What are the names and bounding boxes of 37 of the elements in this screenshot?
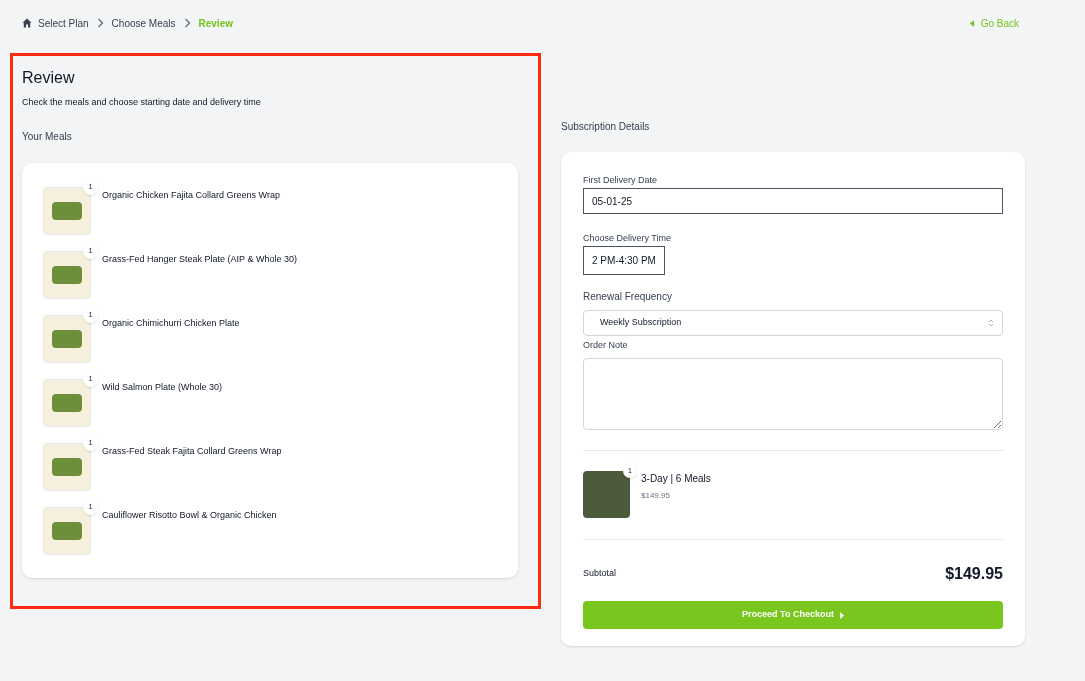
breadcrumb-link[interactable]: Choose Meals: [111, 15, 176, 31]
meal-name: Organic Chimichurri Chicken Plate: [102, 316, 240, 330]
meal-photo-placeholder: [43, 186, 91, 235]
field-label: First Delivery Date: [583, 174, 658, 187]
meal-name: Wild Salmon Plate (Whole 30): [102, 380, 223, 394]
field-label: Order Note: [583, 338, 629, 352]
field-label: Choose Delivery Time: [583, 232, 673, 245]
meal-photo-placeholder: [43, 378, 91, 427]
order-note-field[interactable]: [583, 358, 1003, 430]
meal-name: Organic Chicken Fajita Collard Greens Wrap: [102, 188, 280, 202]
meal-photo-placeholder: [43, 506, 91, 555]
frequency-select[interactable]: Weekly Subscription: [583, 309, 1003, 336]
sort-arrows-icon: [988, 317, 994, 328]
field-label: Renewal Frequency: [583, 289, 673, 304]
section-heading: Your Meals: [22, 129, 73, 144]
subtotal-label: Subtotal: [583, 567, 617, 581]
plan-photo-placeholder: [583, 471, 630, 518]
chevron-right-icon: [183, 18, 191, 28]
time-field[interactable]: 2 PM-4:30 PM: [583, 245, 665, 275]
date-field[interactable]: 05-01-25: [583, 188, 1003, 214]
section-heading: Subscription Details: [561, 120, 651, 134]
breadcrumb-link[interactable]: Select Plan: [38, 15, 89, 31]
meal-name: Cauliflower Risotto Bowl & Organic Chicken: [102, 508, 277, 522]
subtotal-amount: $149.95: [945, 564, 1003, 584]
plan-price: $149.95: [641, 490, 671, 502]
chevron-right-icon: [96, 18, 104, 28]
caret-right-icon: [839, 611, 844, 619]
caret-left-icon: [969, 19, 975, 27]
home-icon: [22, 18, 32, 28]
plan-name: 3-Day | 6 Meals: [641, 472, 711, 486]
page-title: Review: [22, 68, 76, 88]
meal-name: Grass-Fed Hanger Steak Plate (AIP & Whole 30): [102, 252, 297, 266]
meal-name: Grass-Fed Steak Fajita Collard Greens Wrap: [102, 444, 282, 458]
page-subtitle: Check the meals and choose starting date and delivery time: [22, 96, 262, 109]
meal-photo-placeholder: [43, 250, 91, 299]
meal-photo-placeholder: [43, 442, 91, 491]
meal-photo-placeholder: [43, 314, 91, 363]
